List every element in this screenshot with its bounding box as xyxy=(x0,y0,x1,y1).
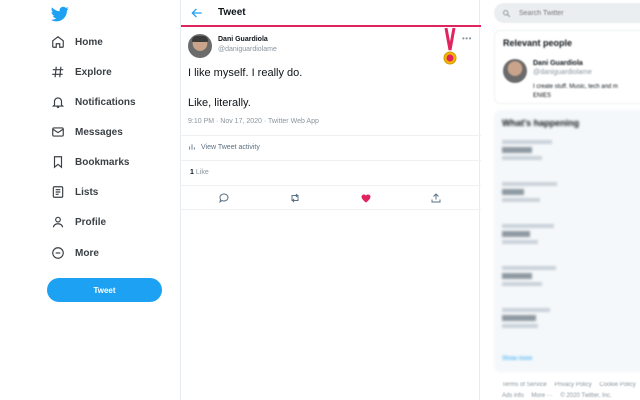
list-icon xyxy=(50,184,66,200)
more-options-icon[interactable]: ••• xyxy=(462,34,472,43)
nav-label-profile: Profile xyxy=(75,216,107,228)
back-arrow-icon[interactable] xyxy=(190,6,204,20)
nav-item-lists[interactable]: Lists xyxy=(50,181,98,203)
tweet-button[interactable]: Tweet xyxy=(47,278,162,302)
retweet-icon xyxy=(291,193,299,203)
reply-icon xyxy=(219,193,229,204)
footer-link[interactable]: More ··· xyxy=(531,393,552,399)
share-button[interactable] xyxy=(429,191,443,205)
tweet-text-line2: Like, literally. xyxy=(188,97,251,109)
nav-label-home: Home xyxy=(75,36,103,48)
nav-label-notifications: Notifications xyxy=(75,96,136,108)
header-bar: Tweet xyxy=(181,0,481,27)
retweet-button[interactable] xyxy=(288,191,302,205)
whats-happening-title: What's happening xyxy=(502,118,580,128)
likes-count[interactable]: 1 Like xyxy=(190,169,209,176)
footer-link[interactable]: Cookie Policy xyxy=(599,382,635,388)
author-handle[interactable]: @daniguardiolame xyxy=(218,46,277,53)
whats-happening-panel: What's happening Show more xyxy=(494,110,640,372)
nav-label-messages: Messages xyxy=(75,126,123,138)
medal-icon xyxy=(443,28,457,65)
tweet-meta: 9:10 PM · Nov 17, 2020 · Twitter Web App xyxy=(188,118,319,125)
heart-filled-icon xyxy=(361,194,371,203)
search-box[interactable] xyxy=(494,3,640,23)
page-title: Tweet xyxy=(218,7,246,18)
nav-label-more: More xyxy=(75,247,99,259)
nav-item-profile[interactable]: Profile xyxy=(50,211,106,233)
tweet-text-line1: I like myself. I really do. xyxy=(188,67,303,79)
nav-label-lists: Lists xyxy=(75,186,99,198)
bell-icon xyxy=(50,94,66,110)
trend-item[interactable] xyxy=(502,224,640,244)
avatar[interactable] xyxy=(503,59,527,83)
divider xyxy=(181,135,481,136)
nav-label-explore: Explore xyxy=(75,66,112,78)
divider xyxy=(181,160,481,161)
relevant-person-name[interactable]: Dani Guardiola xyxy=(533,60,583,67)
activity-label: View Tweet activity xyxy=(201,143,260,151)
search-input[interactable] xyxy=(519,9,639,17)
footer-copyright: © 2020 Twitter, Inc. xyxy=(560,393,612,399)
nav-item-bookmarks[interactable]: Bookmarks xyxy=(50,151,129,173)
footer-link[interactable]: Terms of Service xyxy=(502,382,547,388)
reply-button[interactable] xyxy=(217,191,231,205)
home-icon xyxy=(50,34,66,50)
left-nav: Home Explore Notifications Messages Book… xyxy=(0,0,180,400)
share-icon xyxy=(431,193,441,203)
like-word: Like xyxy=(195,169,209,176)
person-icon xyxy=(50,214,66,230)
more-circle-icon xyxy=(50,245,66,261)
envelope-icon xyxy=(50,124,66,140)
relevant-people-panel: Relevant people Dani Guardiola @daniguar… xyxy=(494,30,640,104)
footer-link[interactable]: Ads info xyxy=(502,393,524,399)
view-activity-link[interactable]: View Tweet activity xyxy=(188,143,260,151)
trend-item[interactable] xyxy=(502,266,640,286)
avatar[interactable] xyxy=(188,34,212,58)
search-icon xyxy=(503,9,511,17)
relevant-person-bio-line2: ENIES xyxy=(533,93,552,99)
relevant-people-title: Relevant people xyxy=(503,38,573,48)
hashtag-icon xyxy=(50,64,66,80)
relevant-person-handle: @daniguardiolame xyxy=(533,69,592,76)
footer-links-2: Ads info More ··· © 2020 Twitter, Inc. xyxy=(502,393,618,399)
footer-links: Terms of Service Privacy Policy Cookie P… xyxy=(502,382,640,388)
tweet-detail-column: Tweet Dani Guardiola @daniguardiolame ••… xyxy=(180,0,481,400)
divider xyxy=(181,209,481,210)
trend-item[interactable] xyxy=(502,182,640,202)
nav-label-bookmarks: Bookmarks xyxy=(75,156,130,168)
footer-link[interactable]: Privacy Policy xyxy=(554,382,591,388)
trend-item[interactable] xyxy=(502,308,640,328)
nav-item-explore[interactable]: Explore xyxy=(50,61,112,83)
bookmark-icon xyxy=(50,154,66,170)
author-name[interactable]: Dani Guardiola xyxy=(218,36,268,43)
divider xyxy=(181,185,481,186)
twitter-logo-icon[interactable] xyxy=(51,5,69,23)
show-more-link[interactable]: Show more xyxy=(502,356,532,362)
like-button[interactable] xyxy=(359,191,373,205)
like-count: 1 xyxy=(190,169,194,176)
nav-item-home[interactable]: Home xyxy=(50,31,103,53)
nav-item-notifications[interactable]: Notifications xyxy=(50,91,136,113)
nav-item-messages[interactable]: Messages xyxy=(50,121,123,143)
nav-item-more[interactable]: More xyxy=(50,242,99,264)
trend-item[interactable] xyxy=(502,140,640,160)
bar-chart-icon xyxy=(189,144,195,150)
right-sidebar: Relevant people Dani Guardiola @daniguar… xyxy=(480,0,640,400)
relevant-person-bio: I create stuff. Music, tech and m xyxy=(533,84,618,90)
